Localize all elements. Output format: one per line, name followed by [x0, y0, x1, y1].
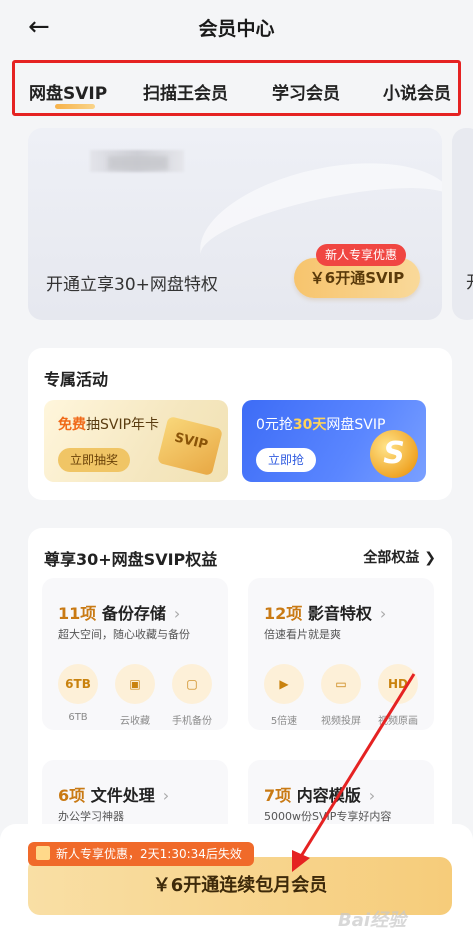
tab-novel-member[interactable]: 小说会员 — [383, 79, 451, 104]
chevron-right-icon: › — [162, 786, 170, 805]
page-title: 会员中心 — [198, 18, 275, 40]
benefit-cloud-collect[interactable]: ▣ 云收藏 — [111, 664, 159, 727]
hd-icon: HD — [378, 664, 418, 704]
all-benefits-link[interactable]: 全部权益 ❯ — [363, 547, 436, 567]
active-tab-indicator — [55, 104, 95, 109]
storage-6tb-icon: 6TB — [58, 664, 98, 704]
svip-card-icon: SVIP — [157, 415, 223, 477]
speed-play-icon: ▶ — [264, 664, 304, 704]
chevron-right-icon: › — [173, 604, 181, 623]
svip-hero-card: 开通立享30+网盘特权 ￥6开通SVIP 新人专享优惠 — [28, 128, 442, 320]
peek-text: 开 — [466, 268, 473, 293]
benefit-group-heading: 12项 影音特权 › — [264, 604, 387, 623]
tab-study-member[interactable]: 学习会员 — [272, 79, 340, 104]
benefit-group-backup[interactable]: 11项 备份存储 › 超大空间，随心收藏与备份 6TB 6TB ▣ 云收藏 ▢ 手机备份 — [42, 578, 228, 730]
blurred-detail — [108, 156, 168, 170]
benefit-phone-backup[interactable]: ▢ 手机备份 — [168, 664, 216, 727]
benefit-screen-cast[interactable]: ▭ 视频投屏 — [317, 664, 365, 727]
phone-backup-icon: ▢ — [172, 664, 212, 704]
next-hero-card-peek[interactable]: 开 — [452, 128, 473, 320]
benefit-group-subtitle: 倍速看片就是爽 — [264, 628, 341, 641]
header: ← 会员中心 — [0, 0, 473, 56]
benefit-group-heading: 7项 内容模版 › — [264, 786, 376, 805]
benefit-group-heading: 6项 文件处理 › — [58, 786, 170, 805]
benefit-5x-speed[interactable]: ▶ 5倍速 — [260, 664, 308, 727]
benefit-group-subtitle: 超大空间，随心收藏与备份 — [58, 628, 190, 641]
member-tabs-highlight: 网盘SVIP 扫描王会员 学习会员 小说会员 — [12, 60, 461, 116]
benefit-6tb[interactable]: 6TB 6TB — [54, 664, 102, 723]
cloud-collect-icon: ▣ — [115, 664, 155, 704]
screen-cast-icon: ▭ — [321, 664, 361, 704]
activity-section: 专属活动 免费抽SVIP年卡 立即抽奖 SVIP 0元抢30天网盘SVIP 立即… — [28, 348, 452, 500]
benefits-title: 尊享30+网盘SVIP权益 — [44, 550, 218, 569]
grab-button[interactable]: 立即抢 — [256, 448, 317, 472]
benefit-group-heading: 11项 备份存储 › — [58, 604, 181, 623]
benefit-original-quality[interactable]: HD 视频原画 — [374, 664, 422, 727]
free-svip-activity-card[interactable]: 0元抢30天网盘SVIP 立即抢 S — [242, 400, 426, 482]
chevron-right-icon: › — [379, 604, 387, 623]
free-svip-activity-title: 0元抢30天网盘SVIP — [256, 417, 386, 433]
tab-scanner-member[interactable]: 扫描王会员 — [143, 79, 228, 104]
chevron-right-icon: › — [368, 786, 376, 805]
activity-title: 专属活动 — [44, 370, 109, 389]
newcomer-badge: 新人专享优惠 — [316, 244, 407, 266]
lottery-activity-card[interactable]: 免费抽SVIP年卡 立即抽奖 SVIP — [44, 400, 228, 482]
lottery-activity-title: 免费抽SVIP年卡 — [58, 417, 160, 433]
tab-netdisk-svip[interactable]: 网盘SVIP — [29, 79, 107, 104]
benefit-group-media[interactable]: 12项 影音特权 › 倍速看片就是爽 ▶ 5倍速 ▭ 视频投屏 HD 视频原画 — [248, 578, 434, 730]
gift-icon — [36, 846, 50, 860]
promo-countdown-badge: 新人专享优惠，2天1:30:34后失效 — [28, 842, 254, 866]
hero-text: 开通立享30+网盘特权 — [46, 275, 218, 295]
benefit-group-subtitle: 5000w份SVIP专享好内容 — [264, 810, 392, 823]
coin-icon: S — [370, 430, 418, 478]
benefit-group-subtitle: 办公学习神器 — [58, 810, 124, 823]
baidu-watermark: Bai经验 — [338, 910, 407, 931]
lottery-button[interactable]: 立即抽奖 — [58, 448, 131, 472]
